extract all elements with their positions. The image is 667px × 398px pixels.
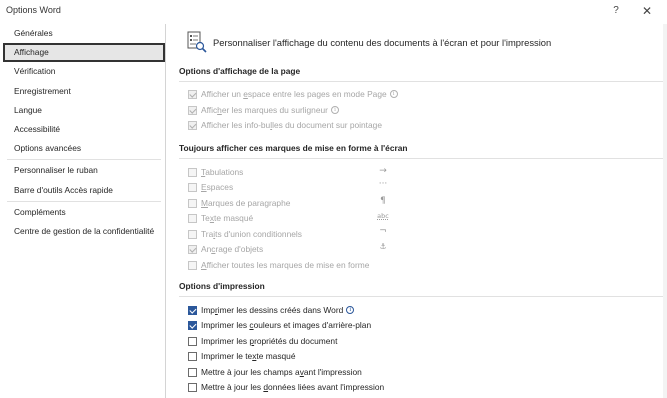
optional-hyphen-icon: ¬ <box>379 226 387 236</box>
section-title-print-options: Options d'impression <box>179 281 265 291</box>
page-title: Personnaliser l'affichage du contenu des… <box>213 36 552 48</box>
option-label: Afficher les info-bulles du document sur… <box>201 120 382 130</box>
option-maj-donnees-liees[interactable]: Mettre à jour les données liées avant l'… <box>188 380 384 394</box>
option-info-bulles[interactable]: Afficher les info-bulles du document sur… <box>188 118 382 132</box>
section-title-formatting-marks: Toujours afficher ces marques de mise en… <box>179 143 408 153</box>
option-ancrage-objets[interactable]: Ancrage d'objets <box>188 242 263 256</box>
sidebar-divider <box>7 159 161 161</box>
sidebar-item-complements[interactable]: Compléments <box>3 203 165 222</box>
option-label: Mettre à jour les champs avant l'impress… <box>201 367 362 377</box>
pilcrow-icon: ¶ <box>380 196 386 206</box>
sidebar-divider <box>7 200 161 202</box>
section-divider <box>179 158 663 159</box>
option-imprimer-couleurs[interactable]: Imprimer les couleurs et images d'arrièr… <box>188 318 371 332</box>
sidebar-item-generales[interactable]: Générales <box>3 24 165 43</box>
info-icon[interactable]: i <box>389 90 398 98</box>
option-espace-pages[interactable]: Afficher un espace entre les pages en mo… <box>188 87 398 101</box>
window-title: Options Word <box>6 5 61 15</box>
option-label: Afficher un espace entre les pages en mo… <box>201 89 387 99</box>
checkbox[interactable] <box>188 382 197 392</box>
section-divider <box>179 81 663 82</box>
sidebar-item-affichage[interactable]: Affichage <box>3 43 165 63</box>
option-marques-paragraphe[interactable]: Marques de paragraphe <box>188 196 290 210</box>
checkbox[interactable] <box>188 198 197 208</box>
info-icon[interactable]: i <box>330 106 339 114</box>
option-label: Mettre à jour les données liées avant l'… <box>201 382 385 392</box>
option-espaces[interactable]: Espaces <box>188 180 233 194</box>
hidden-text-icon: abc <box>377 212 389 220</box>
option-label: Tabulations <box>201 167 244 177</box>
checkbox[interactable] <box>188 260 197 270</box>
option-label: Afficher les marques du surligneur <box>201 105 328 115</box>
option-imprimer-proprietes[interactable]: Imprimer les propriétés du document <box>188 334 337 348</box>
sidebar-item-personnaliser-ruban[interactable]: Personnaliser le ruban <box>3 161 165 180</box>
checkbox[interactable] <box>188 305 197 315</box>
option-imprimer-dessins[interactable]: Imprimer les dessins créés dans Word i <box>188 303 355 317</box>
option-label: Espaces <box>201 182 234 192</box>
option-marques-surligneur[interactable]: Afficher les marques du surligneur i <box>188 103 339 117</box>
option-label: Imprimer le texte masqué <box>201 351 296 361</box>
section-title-page-display: Options d'affichage de la page <box>179 66 301 76</box>
option-toutes-marques[interactable]: Afficher toutes les marques de mise en f… <box>188 258 369 272</box>
section-divider <box>179 296 663 297</box>
option-label: Ancrage d'objets <box>201 244 264 254</box>
option-label: Marques de paragraphe <box>201 198 291 208</box>
option-tabulations[interactable]: Tabulations <box>188 165 243 179</box>
scrollbar[interactable] <box>663 24 667 398</box>
sidebar-item-acces-rapide[interactable]: Barre d'outils Accès rapide <box>3 181 165 200</box>
checkbox[interactable] <box>188 89 197 99</box>
option-label: Afficher toutes les marques de mise en f… <box>201 260 370 270</box>
title-bar: Options Word ? ✕ <box>0 0 667 22</box>
close-button[interactable]: ✕ <box>639 3 655 19</box>
option-texte-masque[interactable]: Texte masqué <box>188 211 253 225</box>
option-label: Imprimer les couleurs et images d'arrièr… <box>201 320 372 330</box>
info-icon[interactable]: i <box>346 306 355 314</box>
checkbox[interactable] <box>188 367 197 377</box>
main-panel: Personnaliser l'affichage du contenu des… <box>167 24 663 398</box>
page-header: Personnaliser l'affichage du contenu des… <box>187 31 551 53</box>
checkbox[interactable] <box>188 213 197 223</box>
checkbox[interactable] <box>188 244 197 254</box>
checkbox[interactable] <box>188 351 197 361</box>
space-dots-icon: ··· <box>378 179 388 189</box>
checkbox[interactable] <box>188 182 197 192</box>
checkbox[interactable] <box>188 336 197 346</box>
option-maj-champs[interactable]: Mettre à jour les champs avant l'impress… <box>188 365 362 379</box>
checkbox[interactable] <box>188 105 197 115</box>
checkbox[interactable] <box>188 167 197 177</box>
sidebar-item-langue[interactable]: Langue <box>3 101 165 120</box>
option-label: Imprimer les dessins créés dans Word <box>201 305 344 315</box>
option-label: Texte masqué <box>201 213 254 223</box>
sidebar-item-confidentialite[interactable]: Centre de gestion de la confidentialité <box>3 222 165 241</box>
sidebar-item-verification[interactable]: Vérification <box>3 62 165 81</box>
sidebar-item-options-avancees[interactable]: Options avancées <box>3 139 165 158</box>
sidebar-item-enregistrement[interactable]: Enregistrement <box>3 82 165 101</box>
option-label: Imprimer les propriétés du document <box>201 336 338 346</box>
option-traits-union[interactable]: Traits d'union conditionnels <box>188 227 302 241</box>
help-button[interactable]: ? <box>608 3 624 19</box>
checkbox[interactable] <box>188 229 197 239</box>
sidebar-item-accessibilite[interactable]: Accessibilité <box>3 120 165 139</box>
display-settings-icon <box>187 31 207 53</box>
checkbox[interactable] <box>188 320 197 330</box>
option-label: Traits d'union conditionnels <box>201 229 302 239</box>
anchor-icon: ⚓ <box>379 242 387 251</box>
option-imprimer-texte-masque[interactable]: Imprimer le texte masqué <box>188 349 296 363</box>
checkbox[interactable] <box>188 120 197 130</box>
sidebar: Générales Affichage Vérification Enregis… <box>3 24 166 398</box>
tab-arrow-icon: → <box>379 166 387 176</box>
